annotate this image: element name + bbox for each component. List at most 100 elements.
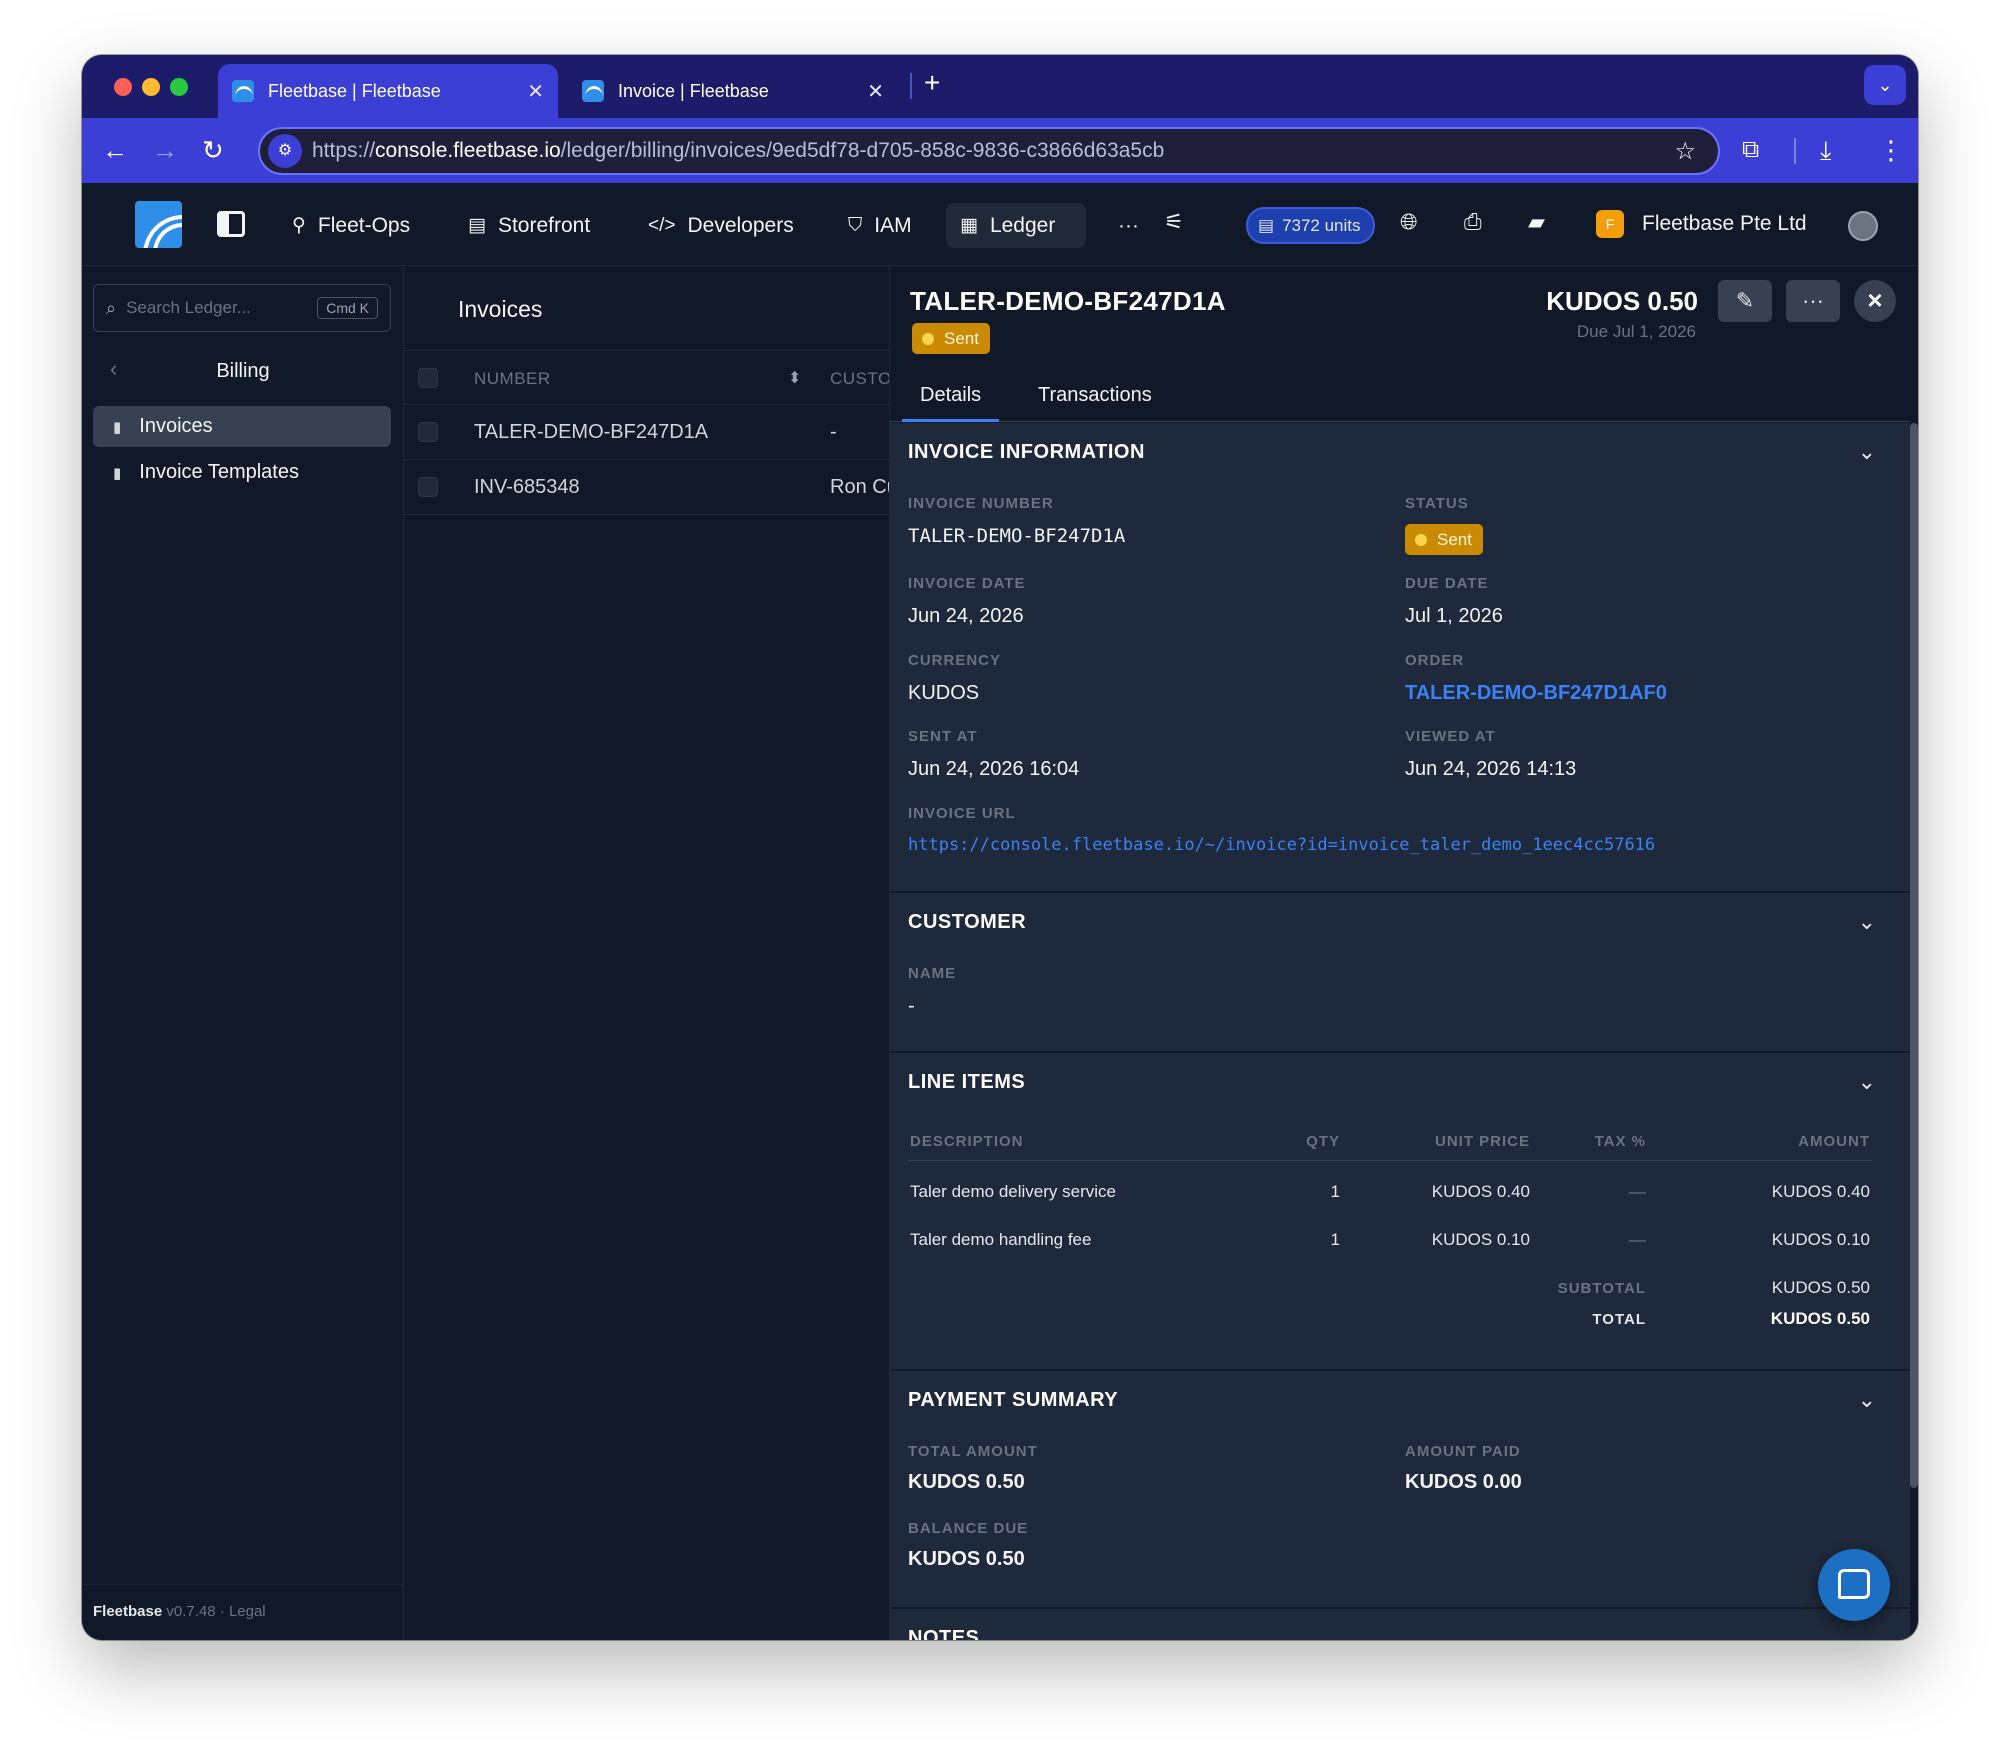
tab-title: Fleetbase | Fleetbase bbox=[268, 80, 441, 101]
field-label: TOTAL AMOUNT bbox=[908, 1443, 1038, 1460]
sidebar-search-input[interactable]: ⌕ Search Ledger... Cmd K bbox=[93, 284, 391, 332]
sort-icon[interactable]: ⬍ bbox=[788, 351, 802, 406]
column-header-description: DESCRIPTION bbox=[910, 1133, 1024, 1150]
reload-icon[interactable]: ↻ bbox=[202, 134, 224, 166]
nav-label: Fleet-Ops bbox=[317, 213, 411, 237]
close-panel-icon[interactable]: × bbox=[1854, 280, 1896, 322]
customize-sliders-icon[interactable]: ⚟ bbox=[1164, 209, 1184, 235]
table-row[interactable]: INV-685348 Ron Customer bbox=[404, 460, 889, 515]
invoice-title: TALER-DEMO-BF247D1A bbox=[910, 286, 1226, 316]
sent-at-value: Jun 24, 2026 16:04 bbox=[908, 758, 1080, 780]
user-avatar[interactable] bbox=[1848, 211, 1878, 241]
footer-version: v0.7.48 bbox=[166, 1603, 216, 1620]
ledger-icon: ▦ bbox=[960, 215, 978, 236]
support-chat-button[interactable] bbox=[1818, 1549, 1890, 1621]
organization-switcher[interactable]: F Fleetbase Pte Ltd bbox=[1596, 210, 1807, 238]
detail-scrollbar[interactable] bbox=[1910, 423, 1918, 1488]
browser-menu-icon[interactable]: ⋮ bbox=[1878, 134, 1904, 166]
field-label: STATUS bbox=[1405, 495, 1469, 512]
route-icon: ⚲ bbox=[292, 215, 306, 236]
nav-iam[interactable]: ⛉ IAM bbox=[834, 203, 926, 248]
back-arrow-icon[interactable]: ← bbox=[102, 134, 128, 166]
sidebar-section-title: Billing bbox=[216, 360, 270, 382]
edit-pencil-icon[interactable]: ✎ bbox=[1718, 280, 1772, 322]
fleetbase-logo[interactable] bbox=[135, 201, 182, 248]
notes-section: NOTES bbox=[890, 1609, 1910, 1640]
select-all-checkbox[interactable] bbox=[418, 368, 438, 388]
field-label: NAME bbox=[908, 965, 957, 982]
close-window-button[interactable] bbox=[114, 78, 132, 96]
field-label: AMOUNT PAID bbox=[1405, 1443, 1521, 1460]
tab-title: Invoice | Fleetbase bbox=[618, 80, 769, 101]
nav-more-button[interactable]: ··· bbox=[1104, 203, 1153, 248]
field-label: DUE DATE bbox=[1405, 575, 1489, 592]
column-header-number[interactable]: NUMBER bbox=[474, 351, 551, 406]
download-icon[interactable]: ⤓ bbox=[1820, 134, 1832, 166]
browser-tab-invoice[interactable]: Invoice | Fleetbase ✕ bbox=[568, 64, 898, 118]
sidebar-item-invoice-templates[interactable]: ▮ Invoice Templates bbox=[93, 452, 391, 493]
nav-developers[interactable]: </> Developers bbox=[634, 203, 808, 248]
code-icon: </> bbox=[648, 214, 676, 236]
column-header-customer[interactable]: CUSTOMER bbox=[830, 351, 889, 406]
invoice-detail-panel: TALER-DEMO-BF247D1A Sent KUDOS 0.50 Due … bbox=[890, 266, 1918, 1640]
nav-storefront[interactable]: ▤ Storefront bbox=[454, 203, 604, 248]
line-qty: 1 bbox=[1330, 1230, 1340, 1249]
table-divider bbox=[908, 1160, 1872, 1161]
total-amount-value: KUDOS 0.50 bbox=[908, 1471, 1025, 1493]
tab-search-chevron-icon[interactable]: ⌄ bbox=[1864, 65, 1906, 105]
store-icon: ▤ bbox=[468, 215, 486, 236]
tab-details[interactable]: Details bbox=[902, 377, 1000, 422]
nav-ledger[interactable]: ▦ Ledger bbox=[946, 203, 1086, 248]
site-info-icon[interactable]: ⚙ bbox=[268, 134, 302, 168]
order-link[interactable]: TALER-DEMO-BF247D1AF0 bbox=[1405, 682, 1667, 705]
viewed-at-value: Jun 24, 2026 14:13 bbox=[1405, 758, 1577, 780]
new-tab-button[interactable]: + bbox=[924, 67, 940, 99]
amount-paid-value: KUDOS 0.00 bbox=[1405, 1471, 1522, 1493]
customer-cell: - bbox=[830, 421, 837, 443]
browser-tab-fleetbase[interactable]: Fleetbase | Fleetbase ✕ bbox=[218, 64, 558, 118]
chevron-down-icon[interactable]: ⌄ bbox=[1858, 439, 1876, 465]
chevron-down-icon[interactable]: ⌄ bbox=[1858, 1387, 1876, 1413]
status-badge: Sent bbox=[1405, 524, 1483, 555]
maximize-window-button[interactable] bbox=[170, 78, 188, 96]
units-badge[interactable]: ▤ 7372 units bbox=[1246, 207, 1375, 244]
sidebar-item-invoices[interactable]: ▮ Invoices bbox=[93, 406, 391, 447]
row-checkbox[interactable] bbox=[418, 477, 438, 497]
column-header-qty: QTY bbox=[1306, 1133, 1340, 1150]
globe-icon[interactable]: 🌐︎ bbox=[1400, 209, 1418, 235]
balance-due-value: KUDOS 0.50 bbox=[908, 1548, 1025, 1570]
browser-toolbar: ← → ↻ ⚙ https://console.fleetbase.io/led… bbox=[82, 118, 1918, 183]
more-actions-icon[interactable]: ··· bbox=[1786, 280, 1840, 322]
currency-value: KUDOS bbox=[908, 682, 980, 704]
subtotal-label: SUBTOTAL bbox=[1557, 1280, 1646, 1297]
invoice-file-icon: ▮ bbox=[113, 418, 122, 436]
bookmark-star-icon[interactable]: ☆ bbox=[1674, 137, 1696, 166]
field-label: INVOICE URL bbox=[908, 805, 1016, 822]
row-checkbox[interactable] bbox=[418, 422, 438, 442]
extensions-puzzle-icon[interactable]: ⧉ bbox=[1742, 134, 1759, 166]
field-label: BALANCE DUE bbox=[908, 1520, 1029, 1537]
url-bar[interactable]: ⚙ https://console.fleetbase.io/ledger/bi… bbox=[258, 127, 1720, 175]
line-description: Taler demo handling fee bbox=[910, 1230, 1092, 1249]
units-label: 7372 units bbox=[1282, 215, 1361, 235]
close-tab-icon[interactable]: ✕ bbox=[527, 79, 544, 104]
chevron-down-icon[interactable]: ⌄ bbox=[1858, 1069, 1876, 1095]
nav-label: Developers bbox=[687, 213, 794, 237]
nav-fleet-ops[interactable]: ⚲ Fleet-Ops bbox=[278, 203, 424, 248]
field-label: VIEWED AT bbox=[1405, 728, 1496, 745]
sidebar-item-label: Invoice Templates bbox=[139, 461, 299, 483]
footer-legal-link[interactable]: Legal bbox=[229, 1603, 266, 1620]
tab-transactions[interactable]: Transactions bbox=[1020, 377, 1170, 422]
sidebar-toggle-icon[interactable] bbox=[217, 211, 245, 237]
url-path: /ledger/billing/invoices/9ed5df78-d705-8… bbox=[560, 139, 1165, 162]
chevron-down-icon[interactable]: ⌄ bbox=[1858, 909, 1876, 935]
section-title: INVOICE INFORMATION bbox=[908, 441, 1145, 463]
invoice-url-link[interactable]: https://console.fleetbase.io/~/invoice?i… bbox=[908, 835, 1655, 855]
minimize-window-button[interactable] bbox=[142, 78, 160, 96]
inbox-icon[interactable]: ⎙ bbox=[1464, 209, 1482, 235]
chat-bubble-icon[interactable]: ▰ bbox=[1528, 209, 1545, 235]
table-row[interactable]: TALER-DEMO-BF247D1A - bbox=[404, 405, 889, 460]
forward-arrow-icon[interactable]: → bbox=[152, 134, 178, 166]
invoice-date-value: Jun 24, 2026 bbox=[908, 605, 1024, 627]
close-tab-icon[interactable]: ✕ bbox=[867, 79, 884, 104]
